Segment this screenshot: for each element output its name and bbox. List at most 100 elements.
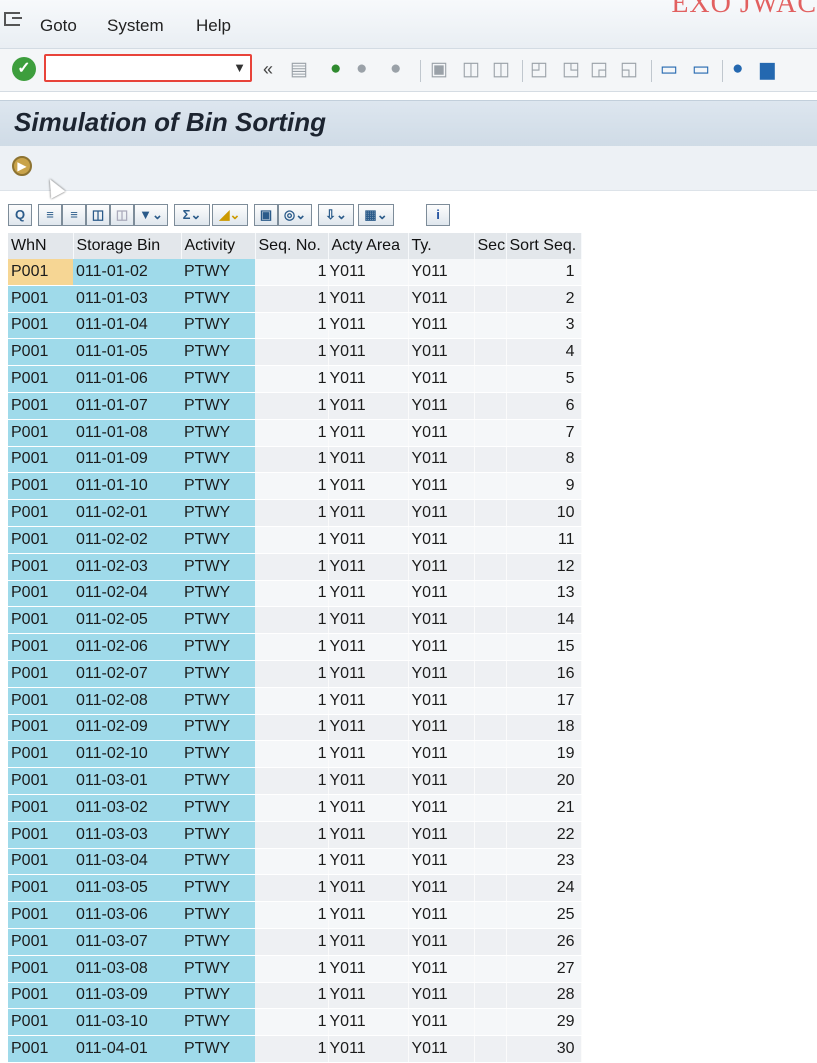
table-row[interactable]: P001 011-03-07 PTWY 1 Y011 Y011 26 bbox=[8, 928, 582, 956]
cell-acty-area[interactable]: Y011 bbox=[328, 259, 409, 286]
cell-section[interactable] bbox=[474, 982, 507, 1010]
cell-type[interactable]: Y011 bbox=[408, 312, 475, 340]
column-header-whn[interactable]: WhN bbox=[8, 233, 74, 259]
cell-storage-bin[interactable]: 011-02-02 bbox=[73, 526, 181, 554]
cell-storage-bin[interactable]: 011-01-04 bbox=[73, 312, 181, 340]
cell-seq-no[interactable]: 1 bbox=[255, 1035, 329, 1063]
cell-type[interactable]: Y011 bbox=[408, 472, 475, 501]
cell-sort-seq[interactable]: 4 bbox=[506, 338, 582, 367]
sort-descending-icon[interactable]: ≡ bbox=[62, 204, 86, 226]
cell-type[interactable]: Y011 bbox=[408, 794, 475, 822]
cell-seq-no[interactable]: 1 bbox=[255, 874, 329, 903]
cell-type[interactable]: Y011 bbox=[408, 767, 475, 795]
cell-sort-seq[interactable]: 13 bbox=[506, 580, 582, 608]
find-next-icon[interactable]: ◫ bbox=[492, 58, 510, 81]
cell-whn[interactable]: P001 bbox=[8, 901, 73, 929]
cell-seq-no[interactable]: 1 bbox=[255, 740, 329, 769]
cell-whn[interactable]: P001 bbox=[8, 365, 73, 393]
find-next-icon[interactable]: ◫ bbox=[110, 204, 134, 226]
cell-storage-bin[interactable]: 011-01-03 bbox=[73, 285, 181, 313]
next-page-icon[interactable]: ◲ bbox=[590, 58, 608, 81]
cell-acty-area[interactable]: Y011 bbox=[328, 660, 409, 688]
cell-section[interactable] bbox=[474, 740, 507, 769]
cell-type[interactable]: Y011 bbox=[408, 419, 475, 447]
table-row[interactable]: P001 011-02-02 PTWY 1 Y011 Y011 11 bbox=[8, 526, 582, 554]
cell-whn[interactable]: P001 bbox=[8, 392, 73, 420]
cell-whn[interactable]: P001 bbox=[8, 446, 73, 474]
table-row[interactable]: P001 011-02-10 PTWY 1 Y011 Y011 19 bbox=[8, 740, 582, 769]
cell-storage-bin[interactable]: 011-01-07 bbox=[73, 392, 181, 420]
cell-seq-no[interactable]: 1 bbox=[255, 446, 329, 474]
table-row[interactable]: P001 011-02-09 PTWY 1 Y011 Y011 18 bbox=[8, 714, 582, 742]
previous-page-icon[interactable]: ◳ bbox=[562, 58, 580, 81]
cell-activity[interactable]: PTWY bbox=[181, 955, 255, 983]
cell-sort-seq[interactable]: 30 bbox=[506, 1035, 582, 1063]
cell-type[interactable]: Y011 bbox=[408, 259, 475, 286]
cell-sort-seq[interactable]: 24 bbox=[506, 874, 582, 903]
cell-section[interactable] bbox=[474, 285, 507, 313]
cell-whn[interactable]: P001 bbox=[8, 821, 73, 849]
cell-storage-bin[interactable]: 011-01-05 bbox=[73, 338, 181, 367]
cell-storage-bin[interactable]: 011-03-10 bbox=[73, 1008, 181, 1037]
table-row[interactable]: P001 011-02-04 PTWY 1 Y011 Y011 13 bbox=[8, 580, 582, 608]
cell-activity[interactable]: PTWY bbox=[181, 874, 255, 903]
cell-whn[interactable]: P001 bbox=[8, 1008, 73, 1037]
command-field[interactable]: ▼ bbox=[44, 54, 252, 82]
cell-activity[interactable]: PTWY bbox=[181, 338, 255, 367]
cell-section[interactable] bbox=[474, 821, 507, 849]
cell-acty-area[interactable]: Y011 bbox=[328, 526, 409, 554]
cell-activity[interactable]: PTWY bbox=[181, 928, 255, 956]
menu-icon[interactable] bbox=[4, 12, 22, 26]
cell-type[interactable]: Y011 bbox=[408, 955, 475, 983]
cell-section[interactable] bbox=[474, 338, 507, 367]
cell-seq-no[interactable]: 1 bbox=[255, 848, 329, 876]
cell-type[interactable]: Y011 bbox=[408, 1035, 475, 1063]
cell-whn[interactable]: P001 bbox=[8, 606, 73, 635]
column-header-storage-bin[interactable]: Storage Bin bbox=[73, 233, 182, 259]
cell-type[interactable]: Y011 bbox=[408, 687, 475, 715]
cell-whn[interactable]: P001 bbox=[8, 740, 73, 769]
cell-type[interactable]: Y011 bbox=[408, 338, 475, 367]
cell-seq-no[interactable]: 1 bbox=[255, 580, 329, 608]
details-icon[interactable]: Q bbox=[8, 204, 32, 226]
cell-whn[interactable]: P001 bbox=[8, 499, 73, 527]
shortcut-icon[interactable]: ▭ bbox=[692, 58, 710, 81]
cell-acty-area[interactable]: Y011 bbox=[328, 1008, 409, 1037]
cell-section[interactable] bbox=[474, 660, 507, 688]
column-header-sort-seq[interactable]: Sort Seq. bbox=[506, 233, 582, 259]
cell-section[interactable] bbox=[474, 714, 507, 742]
find-icon[interactable]: ◫ bbox=[462, 58, 480, 81]
cell-storage-bin[interactable]: 011-01-02 bbox=[73, 259, 181, 286]
cell-whn[interactable]: P001 bbox=[8, 312, 73, 340]
table-row[interactable]: P001 011-02-08 PTWY 1 Y011 Y011 17 bbox=[8, 687, 582, 715]
cell-whn[interactable]: P001 bbox=[8, 874, 73, 903]
execute-icon[interactable]: ▶ bbox=[12, 156, 32, 176]
column-header-activity[interactable]: Activity bbox=[181, 233, 256, 259]
cell-whn[interactable]: P001 bbox=[8, 1035, 73, 1063]
cell-type[interactable]: Y011 bbox=[408, 874, 475, 903]
cell-type[interactable]: Y011 bbox=[408, 660, 475, 688]
cell-seq-no[interactable]: 1 bbox=[255, 767, 329, 795]
cell-whn[interactable]: P001 bbox=[8, 419, 73, 447]
table-row[interactable]: P001 011-01-02 PTWY 1 Y011 Y011 1 bbox=[8, 259, 582, 286]
cell-sort-seq[interactable]: 19 bbox=[506, 740, 582, 769]
layout-icon[interactable]: ▦⌄ bbox=[358, 204, 394, 226]
cell-activity[interactable]: PTWY bbox=[181, 553, 255, 581]
cell-activity[interactable]: PTWY bbox=[181, 901, 255, 929]
cell-seq-no[interactable]: 1 bbox=[255, 982, 329, 1010]
cell-acty-area[interactable]: Y011 bbox=[328, 901, 409, 929]
chevron-down-icon[interactable]: ▼ bbox=[233, 60, 246, 75]
cell-section[interactable] bbox=[474, 553, 507, 581]
cell-activity[interactable]: PTWY bbox=[181, 259, 255, 286]
cell-whn[interactable]: P001 bbox=[8, 794, 73, 822]
cell-section[interactable] bbox=[474, 499, 507, 527]
cell-activity[interactable]: PTWY bbox=[181, 660, 255, 688]
cell-whn[interactable]: P001 bbox=[8, 928, 73, 956]
cell-storage-bin[interactable]: 011-03-01 bbox=[73, 767, 181, 795]
cell-storage-bin[interactable]: 011-03-03 bbox=[73, 821, 181, 849]
cell-sort-seq[interactable]: 17 bbox=[506, 687, 582, 715]
cell-sort-seq[interactable]: 11 bbox=[506, 526, 582, 554]
cell-type[interactable]: Y011 bbox=[408, 982, 475, 1010]
table-row[interactable]: P001 011-04-01 PTWY 1 Y011 Y011 30 bbox=[8, 1035, 582, 1063]
cell-sort-seq[interactable]: 3 bbox=[506, 312, 582, 340]
